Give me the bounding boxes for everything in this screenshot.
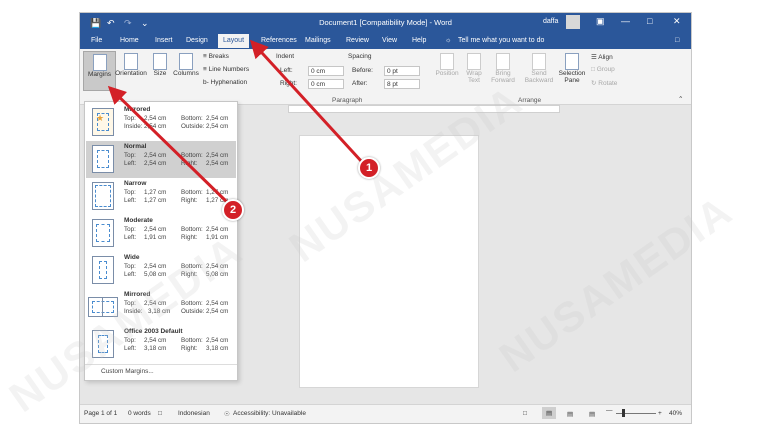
arrow-to-margins-button <box>107 85 232 207</box>
step-marker-1: 1 <box>358 157 380 179</box>
arrow-to-layout-tab <box>249 39 364 164</box>
step-marker-2: 2 <box>222 199 244 221</box>
annotation-arrows <box>107 39 364 207</box>
